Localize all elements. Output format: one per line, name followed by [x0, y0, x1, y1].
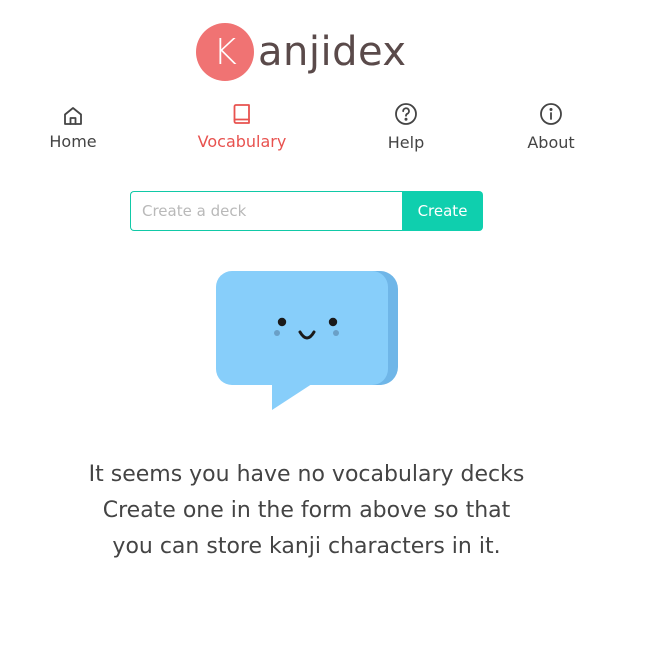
empty-state-message: It seems you have no vocabulary decks Cr… — [0, 457, 613, 565]
book-icon — [233, 104, 250, 124]
logo-text: anjidex — [258, 29, 407, 75]
nav-item-vocabulary[interactable]: Vocabulary — [187, 102, 297, 151]
info-circle-icon — [540, 103, 562, 125]
create-deck-form: Create — [130, 191, 483, 231]
deck-name-input[interactable] — [130, 191, 402, 231]
nav-label-home: Home — [49, 132, 97, 151]
home-icon — [64, 107, 82, 125]
nav-label-vocabulary: Vocabulary — [197, 132, 287, 151]
nav-item-about[interactable]: About — [496, 102, 606, 152]
nav-item-home[interactable]: Home — [18, 104, 128, 151]
empty-state-line-2: Create one in the form above so that — [102, 498, 511, 523]
create-button[interactable]: Create — [402, 191, 483, 231]
nav-label-help: Help — [387, 133, 425, 152]
nav-item-help[interactable]: Help — [351, 102, 461, 152]
help-circle-icon — [395, 103, 417, 125]
app-logo[interactable]: K anjidex — [196, 22, 407, 82]
empty-state-line-3: you can store kanji characters in it. — [112, 534, 501, 559]
smiling-speech-bubble-illustration — [216, 271, 398, 410]
nav-label-about: About — [527, 133, 575, 152]
empty-state-line-1: It seems you have no vocabulary decks — [88, 462, 525, 487]
logo-badge: K — [196, 23, 254, 81]
